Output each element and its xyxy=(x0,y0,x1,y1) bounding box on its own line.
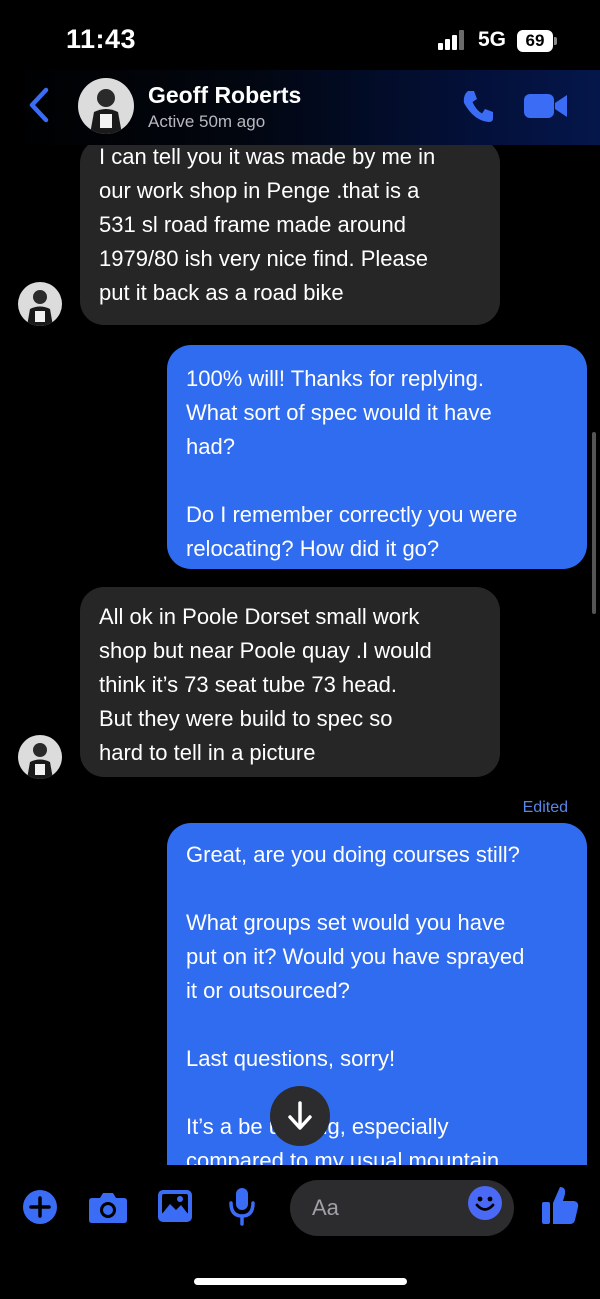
smiley-icon[interactable] xyxy=(468,1186,502,1220)
thumbs-up-icon[interactable] xyxy=(540,1184,580,1226)
edited-label: Edited xyxy=(522,799,568,816)
network-type: 5G xyxy=(478,28,507,51)
scrollbar[interactable] xyxy=(592,432,596,614)
status-time: 11:43 xyxy=(66,24,137,54)
battery-indicator: 69 xyxy=(517,30,557,52)
image-icon[interactable] xyxy=(156,1188,194,1224)
video-camera-icon[interactable] xyxy=(524,92,568,120)
sender-avatar xyxy=(18,735,62,779)
outgoing-message[interactable]: 100% will! Thanks for replying. What sor… xyxy=(167,345,587,569)
contact-avatar[interactable] xyxy=(78,78,134,134)
home-indicator[interactable] xyxy=(194,1278,407,1285)
outgoing-message[interactable]: Great, are you doing courses still? What… xyxy=(167,823,587,1165)
arrow-down-icon xyxy=(288,1101,312,1130)
smiley-face xyxy=(475,1196,495,1211)
scroll-to-bottom-button[interactable] xyxy=(270,1086,330,1146)
battery-level: 69 xyxy=(517,30,553,52)
back-chevron-icon[interactable] xyxy=(26,84,56,126)
battery-cap xyxy=(554,37,557,45)
message-input-placeholder: Aa xyxy=(312,1195,339,1220)
message-list[interactable]: I can tell you it was made by me in our … xyxy=(0,145,600,1165)
status-bar: 11:43 5G 69 xyxy=(0,0,600,80)
phone-icon[interactable] xyxy=(460,88,496,124)
plus-icon[interactable] xyxy=(22,1189,58,1225)
message-composer: Aa xyxy=(0,1170,600,1250)
chat-header: Geoff Roberts Active 50m ago xyxy=(0,70,600,145)
camera-icon[interactable] xyxy=(88,1190,128,1224)
incoming-message[interactable]: I can tell you it was made by me in our … xyxy=(80,145,500,325)
contact-name[interactable]: Geoff Roberts xyxy=(148,82,301,109)
contact-active-status: Active 50m ago xyxy=(148,112,266,131)
incoming-message[interactable]: All ok in Poole Dorset small work shop b… xyxy=(80,587,500,777)
sender-avatar xyxy=(18,282,62,326)
microphone-icon[interactable] xyxy=(228,1186,256,1226)
cellular-signal-icon xyxy=(438,30,464,50)
